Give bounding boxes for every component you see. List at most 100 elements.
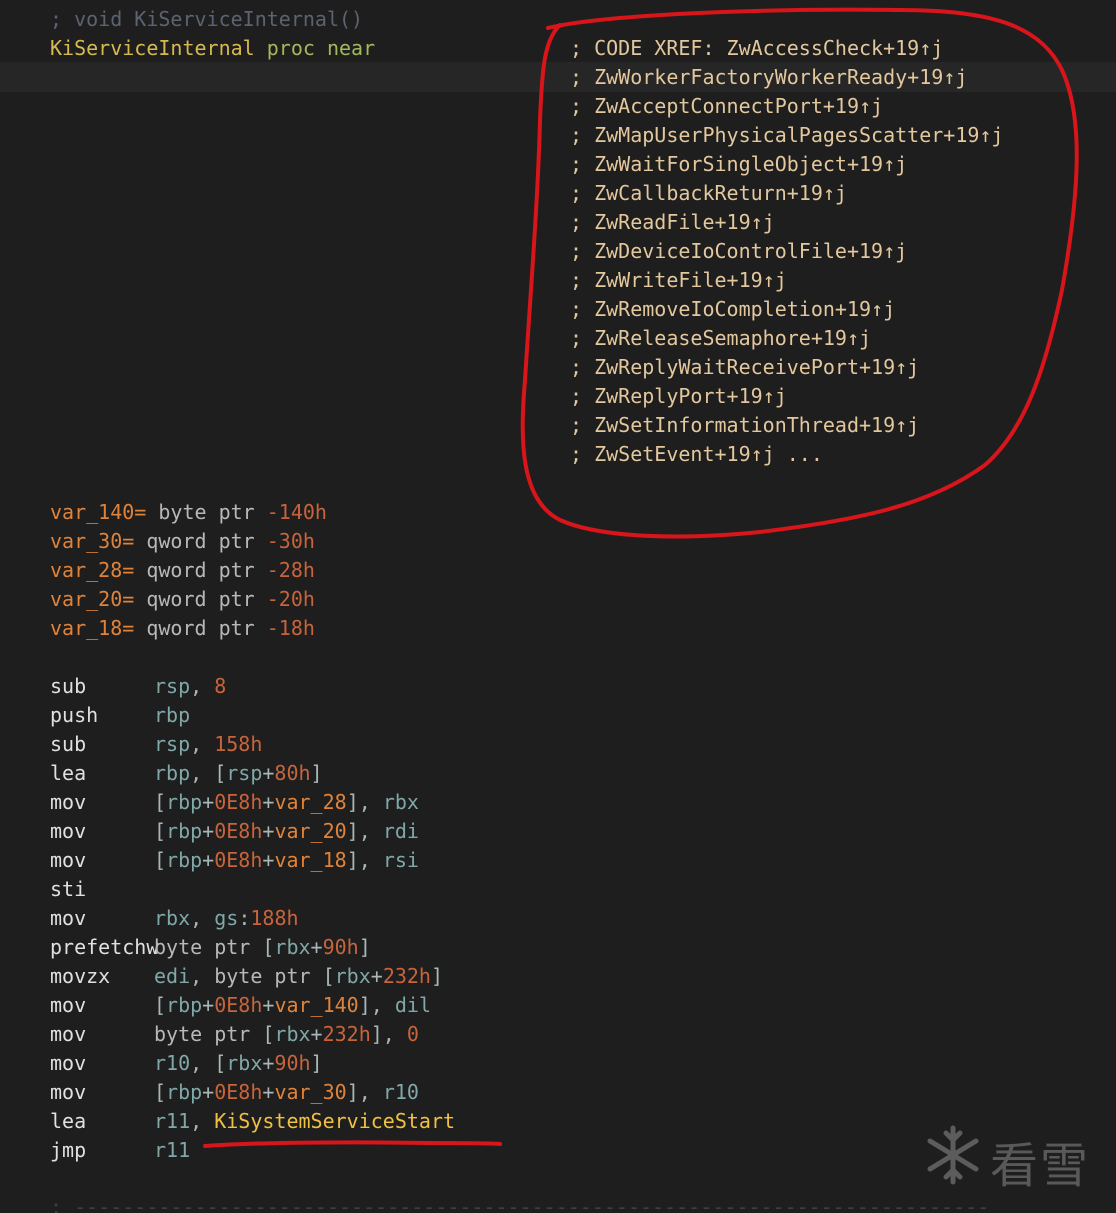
proc-name[interactable]: KiServiceInternal: [50, 36, 255, 60]
xref-target[interactable]: ; CODE XREF: ZwAccessCheck+19↑j: [570, 36, 943, 60]
xref-entry[interactable]: ; ZwSetInformationThread+19↑j: [570, 411, 919, 440]
xref-target[interactable]: ; ZwSetInformationThread+19↑j: [570, 413, 919, 437]
xref-entry[interactable]: ; ZwRemoveIoCompletion+19↑j: [570, 295, 895, 324]
instruction-line[interactable]: sti: [50, 875, 154, 904]
var-operand[interactable]: var_30: [274, 1080, 346, 1104]
operand-token: 8: [214, 674, 227, 698]
symbol-operand[interactable]: KiSystemServiceStart: [214, 1109, 455, 1133]
xref-target[interactable]: ; ZwDeviceIoControlFile+19↑j: [570, 239, 907, 263]
instruction-line[interactable]: mov [rbp+0E8h+var_28], rbx: [50, 788, 419, 817]
register-operand: rbx: [274, 1022, 311, 1046]
operand-token: [: [154, 790, 167, 814]
var-type: qword ptr: [134, 616, 267, 640]
instruction-line[interactable]: mov [rbp+0E8h+var_30], r10: [50, 1078, 419, 1107]
xref-entry[interactable]: ; ZwSetEvent+19↑j ...: [570, 440, 823, 469]
instruction-line[interactable]: prefetchwbyte ptr [rbx+90h]: [50, 933, 371, 962]
mnemonic: mov: [50, 993, 87, 1017]
register-operand: rbp: [166, 848, 203, 872]
xref-entry[interactable]: ; ZwCallbackReturn+19↑j: [570, 179, 847, 208]
operand-token: +: [262, 790, 275, 814]
var-offset: -30h: [266, 529, 315, 553]
operand-token: +: [262, 1080, 275, 1104]
var-name[interactable]: var_28=: [50, 558, 134, 582]
instruction-line[interactable]: mov r10, [rbx+90h]: [50, 1049, 323, 1078]
stack-var-decl[interactable]: var_28= qword ptr -28h: [50, 556, 315, 585]
xref-entry[interactable]: ; ZwWorkerFactoryWorkerReady+19↑j: [570, 63, 967, 92]
var-operand[interactable]: var_20: [274, 819, 346, 843]
xref-entry[interactable]: ; ZwReplyPort+19↑j: [570, 382, 787, 411]
stack-var-decl[interactable]: var_20= qword ptr -20h: [50, 585, 315, 614]
register-operand: edi: [154, 964, 191, 988]
register-operand: rdi: [382, 819, 419, 843]
instruction-line[interactable]: mov [rbp+0E8h+var_20], rdi: [50, 817, 419, 846]
stack-var-decl[interactable]: var_140= byte ptr -140h: [50, 498, 327, 527]
instruction-line[interactable]: mov [rbp+0E8h+var_140], dil: [50, 991, 431, 1020]
xref-entry[interactable]: ; ZwWaitForSingleObject+19↑j: [570, 150, 907, 179]
snowflake-icon: [927, 1125, 979, 1185]
operand-token: 232h: [322, 1022, 371, 1046]
instruction-line[interactable]: push rbp: [50, 701, 190, 730]
var-name[interactable]: var_140=: [50, 500, 146, 524]
instruction-line[interactable]: mov [rbp+0E8h+var_18], rsi: [50, 846, 419, 875]
xref-target[interactable]: ; ZwAcceptConnectPort+19↑j: [570, 94, 883, 118]
register-operand: rbp: [166, 993, 203, 1017]
operand-token: 188h: [250, 906, 299, 930]
operand-token: [: [262, 1022, 275, 1046]
instruction-line[interactable]: jmp r11: [50, 1136, 190, 1165]
var-type: byte ptr: [146, 500, 267, 524]
stack-var-decl[interactable]: var_30= qword ptr -30h: [50, 527, 315, 556]
instruction-line[interactable]: lea r11, KiSystemServiceStart: [50, 1107, 455, 1136]
operand-token: ],: [370, 1022, 407, 1046]
xref-target[interactable]: ; ZwCallbackReturn+19↑j: [570, 181, 847, 205]
operand-token: +: [262, 848, 275, 872]
xref-entry[interactable]: ; ZwAcceptConnectPort+19↑j: [570, 92, 883, 121]
register-operand: dil: [394, 993, 431, 1017]
xref-target[interactable]: ; ZwMapUserPhysicalPagesScatter+19↑j: [570, 123, 1003, 147]
var-name[interactable]: var_30=: [50, 529, 134, 553]
xref-target[interactable]: ; ZwReplyWaitReceivePort+19↑j: [570, 355, 919, 379]
register-operand: rbx: [382, 790, 419, 814]
operand-token: +: [310, 935, 323, 959]
xref-target[interactable]: ; ZwWaitForSingleObject+19↑j: [570, 152, 907, 176]
near-keyword: near: [326, 36, 376, 60]
var-operand[interactable]: var_140: [274, 993, 358, 1017]
proc-declaration[interactable]: KiServiceInternal proc near: [50, 34, 375, 63]
instruction-line[interactable]: sub rsp, 158h: [50, 730, 262, 759]
instruction-line[interactable]: mov byte ptr [rbx+232h], 0: [50, 1020, 419, 1049]
xref-target[interactable]: ; ZwWorkerFactoryWorkerReady+19↑j: [570, 65, 967, 89]
instruction-line[interactable]: sub rsp, 8: [50, 672, 226, 701]
var-name[interactable]: var_20=: [50, 587, 134, 611]
xref-entry[interactable]: ; ZwReleaseSemaphore+19↑j: [570, 324, 871, 353]
xref-target[interactable]: ; ZwSetEvent+19↑j ...: [570, 442, 823, 466]
var-offset: -140h: [266, 500, 327, 524]
instruction-line[interactable]: movzx edi, byte ptr [rbx+232h]: [50, 962, 443, 991]
xref-entry[interactable]: ; ZwWriteFile+19↑j: [570, 266, 787, 295]
xref-entry[interactable]: ; ZwReplyWaitReceivePort+19↑j: [570, 353, 919, 382]
var-operand[interactable]: var_28: [274, 790, 346, 814]
xref-target[interactable]: ; ZwWriteFile+19↑j: [570, 268, 787, 292]
xref-target[interactable]: ; ZwReadFile+19↑j: [570, 210, 775, 234]
operand-token: byte ptr: [214, 964, 323, 988]
instruction-line[interactable]: lea rbp, [rsp+80h]: [50, 759, 323, 788]
register-operand: r10: [382, 1080, 419, 1104]
xref-entry[interactable]: ; ZwReadFile+19↑j: [570, 208, 775, 237]
operand-token: ,: [190, 906, 215, 930]
var-name[interactable]: var_18=: [50, 616, 134, 640]
xref-entry[interactable]: ; ZwMapUserPhysicalPagesScatter+19↑j: [570, 121, 1003, 150]
register-operand: rbp: [154, 761, 191, 785]
xref-entry[interactable]: ; ZwDeviceIoControlFile+19↑j: [570, 237, 907, 266]
register-operand: rbp: [166, 790, 203, 814]
operand-token: ],: [346, 790, 383, 814]
instruction-line[interactable]: mov rbx, gs:188h: [50, 904, 299, 933]
var-operand[interactable]: var_18: [274, 848, 346, 872]
xref-target[interactable]: ; ZwReleaseSemaphore+19↑j: [570, 326, 871, 350]
operand-token: ]: [358, 935, 371, 959]
xref-target[interactable]: ; ZwReplyPort+19↑j: [570, 384, 787, 408]
operand-token: [: [154, 848, 167, 872]
xref-entry[interactable]: ; CODE XREF: ZwAccessCheck+19↑j: [570, 34, 943, 63]
stack-var-decl[interactable]: var_18= qword ptr -18h: [50, 614, 315, 643]
operand-token: +: [202, 790, 215, 814]
mnemonic: push: [50, 703, 99, 727]
xref-target[interactable]: ; ZwRemoveIoCompletion+19↑j: [570, 297, 895, 321]
operand-token: [: [262, 935, 275, 959]
